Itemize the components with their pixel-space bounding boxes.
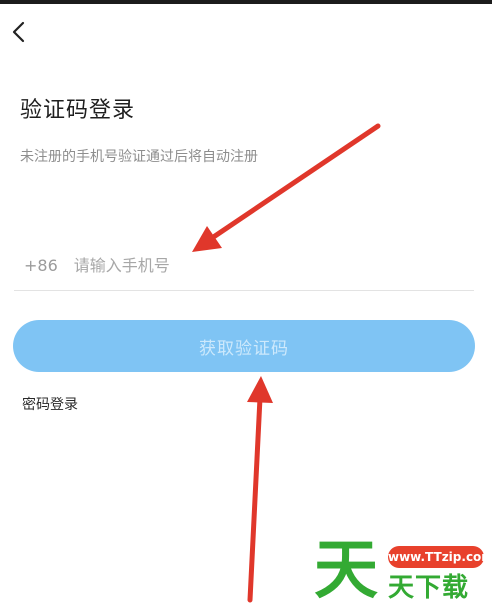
back-button[interactable] [6,18,32,46]
watermark-text: 天下载 [388,573,470,603]
country-code[interactable]: +86 [24,256,58,275]
phone-input[interactable] [71,248,474,282]
arrow-to-phone-input [192,123,381,252]
watermark: 天 www.TTzip.com 天下载 [314,534,492,608]
status-bar-strip [0,0,492,4]
password-login-link[interactable]: 密码登录 [22,394,78,414]
page-title: 验证码登录 [20,98,136,123]
watermark-url: www.TTzip.com [388,546,492,568]
arrow-to-get-code-button [247,376,273,603]
phone-field-row: +86 [14,240,474,291]
chevron-left-icon [12,21,25,43]
watermark-logo-glyph: 天 [314,534,378,608]
login-page: 验证码登录 未注册的手机号验证通过后将自动注册 +86 获取验证码 密码登录 天… [0,0,492,612]
get-code-button[interactable]: 获取验证码 [13,320,475,372]
page-subtitle: 未注册的手机号验证通过后将自动注册 [20,149,258,165]
